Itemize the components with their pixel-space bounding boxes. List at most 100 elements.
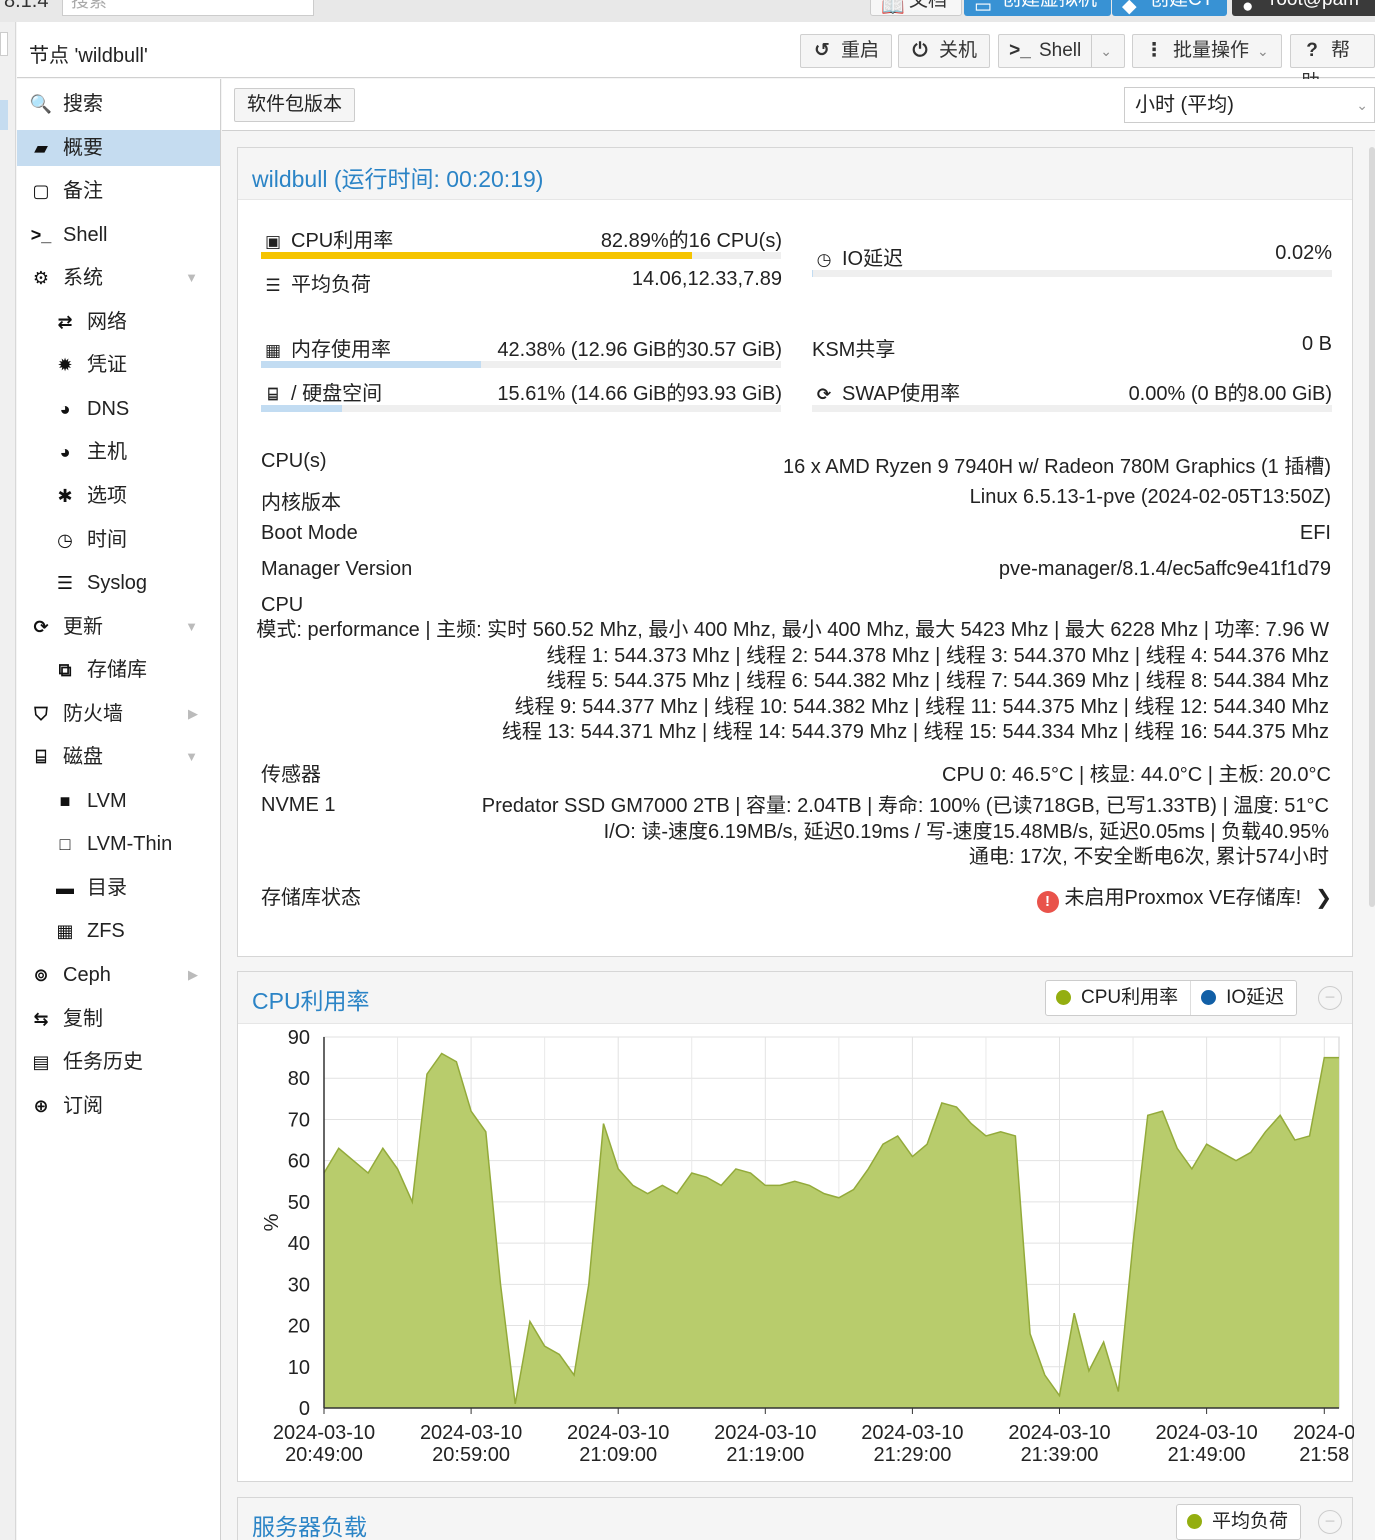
load-average-text: 平均负荷 <box>291 274 371 296</box>
sidebar-item-label: 备注 <box>63 180 103 203</box>
nvme-detail-line: I/O: 读-速度6.19MB/s, 延迟0.19ms / 写-速度15.48M… <box>603 820 1329 843</box>
io-delay-text: IO延迟 <box>842 248 904 270</box>
shell-button[interactable]: >_ Shell ⌄ <box>998 34 1125 68</box>
expand-right-icon[interactable]: ▶ <box>188 957 198 993</box>
reboot-label: 重启 <box>841 40 880 61</box>
sidebar-item[interactable]: ✱ 选项 <box>17 478 220 514</box>
sidebar-item[interactable]: ◕ 主机 <box>17 434 220 470</box>
sidebar-item[interactable]: ▢ 备注 <box>17 173 220 209</box>
book-icon: 📖 <box>881 0 905 18</box>
expand-down-icon[interactable]: ▼ <box>185 739 198 775</box>
x-tick-label-time: 21:09:00 <box>579 1444 657 1466</box>
timeframe-select[interactable]: 小时 (平均) ⌄ <box>1124 87 1375 123</box>
sidebar-item-label: 存储库 <box>87 659 147 682</box>
sidebar-item[interactable]: ☰ Syslog <box>17 565 220 601</box>
manager-version-value: pve-manager/8.1.4/ec5affc9e41f1d79 <box>998 558 1331 580</box>
hdd-icon: ⌸ <box>35 747 47 768</box>
retweet-icon: ⇆ <box>33 1008 49 1029</box>
sidebar-item[interactable]: ◕ DNS <box>17 391 220 427</box>
sidebar-item[interactable]: ▤ 任务历史 <box>17 1044 220 1080</box>
summary-content: 软件包版本 小时 (平均) ⌄ wildbull (运行时间: 00:20:19)… <box>222 79 1375 1540</box>
sidebar-item[interactable]: ⇄ 网络 <box>17 304 220 340</box>
expand-down-icon[interactable]: ▼ <box>185 260 198 296</box>
sidebar-item[interactable]: ⊕ 订阅 <box>17 1088 220 1124</box>
expand-down-icon[interactable]: ▼ <box>185 609 198 645</box>
sidebar-item[interactable]: 🔍 搜索 <box>17 86 220 122</box>
square-icon: ■ <box>59 790 71 811</box>
chevron-down-icon[interactable]: ⌄ <box>1091 35 1112 67</box>
sidebar-item-label: 任务历史 <box>63 1051 143 1074</box>
timeframe-value: 小时 (平均) <box>1135 94 1234 116</box>
sidebar-item[interactable]: ✹ 凭证 <box>17 347 220 383</box>
sidebar-item-label: 时间 <box>87 528 127 551</box>
sidebar-item[interactable]: >_ Shell <box>17 217 220 253</box>
sidebar-item-label: Shell <box>63 223 108 246</box>
sidebar-item[interactable]: ⇆ 复制 <box>17 1001 220 1037</box>
cpu-usage-label: ▣ CPU利用率 <box>261 224 393 253</box>
repo-status-link[interactable]: ! 未启用Proxmox VE存储库! ❯ <box>1036 881 1332 913</box>
legend-load-average[interactable]: 平均负荷 <box>1177 1505 1300 1539</box>
shutdown-label: 关机 <box>939 40 978 61</box>
refresh-icon: ⟳ <box>816 385 832 404</box>
tree-edge-marker <box>0 32 8 56</box>
top-bar: 8.1.4 搜索 📖 文档 ▭ 创建虚拟机 ◆ 创建CT ● root@pam <box>0 0 1375 22</box>
disk-space-bar <box>261 405 781 412</box>
create-ct-button[interactable]: ◆ 创建CT <box>1112 0 1228 17</box>
cpu-detail-line: 线程 13: 544.371 Mhz | 线程 14: 544.379 Mhz … <box>501 721 1329 743</box>
create-vm-button[interactable]: ▭ 创建虚拟机 <box>964 0 1112 17</box>
sidebar-item[interactable]: ▦ ZFS <box>17 913 220 949</box>
cpu-detail-line: 线程 1: 544.373 Mhz | 线程 2: 544.378 Mhz | … <box>546 644 1329 667</box>
load-average-label: ☰ 平均负荷 <box>261 268 371 297</box>
y-tick-label: 60 <box>288 1151 310 1173</box>
certificate-icon: ✹ <box>57 355 73 376</box>
cpu-usage-text: CPU利用率 <box>291 230 394 252</box>
disk-space-text: / 硬盘空间 <box>291 383 383 405</box>
swap-usage-bar <box>812 405 1332 412</box>
help-button[interactable]: ?帮助 <box>1290 34 1375 93</box>
shutdown-button[interactable]: ⏻ 关机 <box>898 34 991 68</box>
sidebar-item[interactable]: ▬ 目录 <box>17 870 220 906</box>
terminal-icon: >_ <box>30 224 52 245</box>
legend-io-delay[interactable]: IO延迟 <box>1190 981 1296 1015</box>
sidebar-item-label: 更新 <box>63 615 103 638</box>
exchange-icon: ⇄ <box>57 311 73 332</box>
tree-edge-selection <box>0 100 8 130</box>
files-icon: ⧉ <box>58 660 72 681</box>
collapse-load-chart-icon[interactable]: − <box>1318 1510 1342 1534</box>
sidebar-item[interactable]: ⧉ 存储库 <box>17 652 220 688</box>
sidebar-item[interactable]: ■ LVM <box>17 783 220 819</box>
bulk-actions-button[interactable]: ⋮ 批量操作 ⌄ <box>1132 34 1282 68</box>
sidebar-item[interactable]: ⟳ 更新 ▼ <box>17 609 220 645</box>
sidebar-item[interactable]: ▰ 概要 <box>17 129 220 166</box>
legend-cpu-usage[interactable]: CPU利用率 <box>1046 981 1190 1015</box>
y-tick-label: 70 <box>288 1109 310 1131</box>
x-tick-label-date: 2024-03-10 <box>861 1422 963 1444</box>
global-search-input[interactable]: 搜索 <box>62 0 314 16</box>
cpu-detail-line: 线程 5: 544.375 Mhz | 线程 6: 544.382 Mhz | … <box>546 670 1329 692</box>
cpu-usage-chart: 01020304050607080902024-03-1020:49:00202… <box>261 1027 1354 1466</box>
desktop-icon: ▭ <box>974 0 992 17</box>
sidebar-item[interactable]: ⛉ 防火墙 ▶ <box>17 696 220 732</box>
collapse-chart-icon[interactable]: − <box>1318 986 1342 1010</box>
swap-usage-value: 0.00% (0 B的8.00 GiB) <box>1128 383 1332 405</box>
reboot-button[interactable]: ↺ 重启 <box>800 34 893 68</box>
docs-button[interactable]: 📖 文档 <box>870 0 963 18</box>
nvme-label: NVME 1 <box>261 794 336 816</box>
expand-right-icon[interactable]: ▶ <box>188 696 198 732</box>
sidebar-item[interactable]: ⌸ 磁盘 ▼ <box>17 739 220 775</box>
disk-space-fill <box>261 405 343 412</box>
cube-icon: ◆ <box>1122 0 1137 17</box>
chevron-down-icon: ⌄ <box>1356 97 1368 113</box>
sidebar-item[interactable]: ⊚ Ceph ▶ <box>17 957 220 993</box>
sidebar-item[interactable]: ⚙ 系统 ▼ <box>17 260 220 296</box>
user-menu-button[interactable]: ● root@pam <box>1232 0 1375 17</box>
sidebar-item[interactable]: □ LVM-Thin <box>17 826 220 862</box>
sidebar-item-label: LVM-Thin <box>87 833 173 856</box>
y-tick-label: 10 <box>288 1357 310 1379</box>
exclamation-circle-icon: ! <box>1036 891 1059 913</box>
x-tick-label-date: 2024-03-10 <box>1008 1422 1110 1444</box>
sidebar-item[interactable]: ◷ 时间 <box>17 522 220 558</box>
content-scrollbar[interactable] <box>1369 147 1375 907</box>
y-tick-label: 50 <box>288 1192 310 1214</box>
package-versions-button[interactable]: 软件包版本 <box>234 88 356 122</box>
